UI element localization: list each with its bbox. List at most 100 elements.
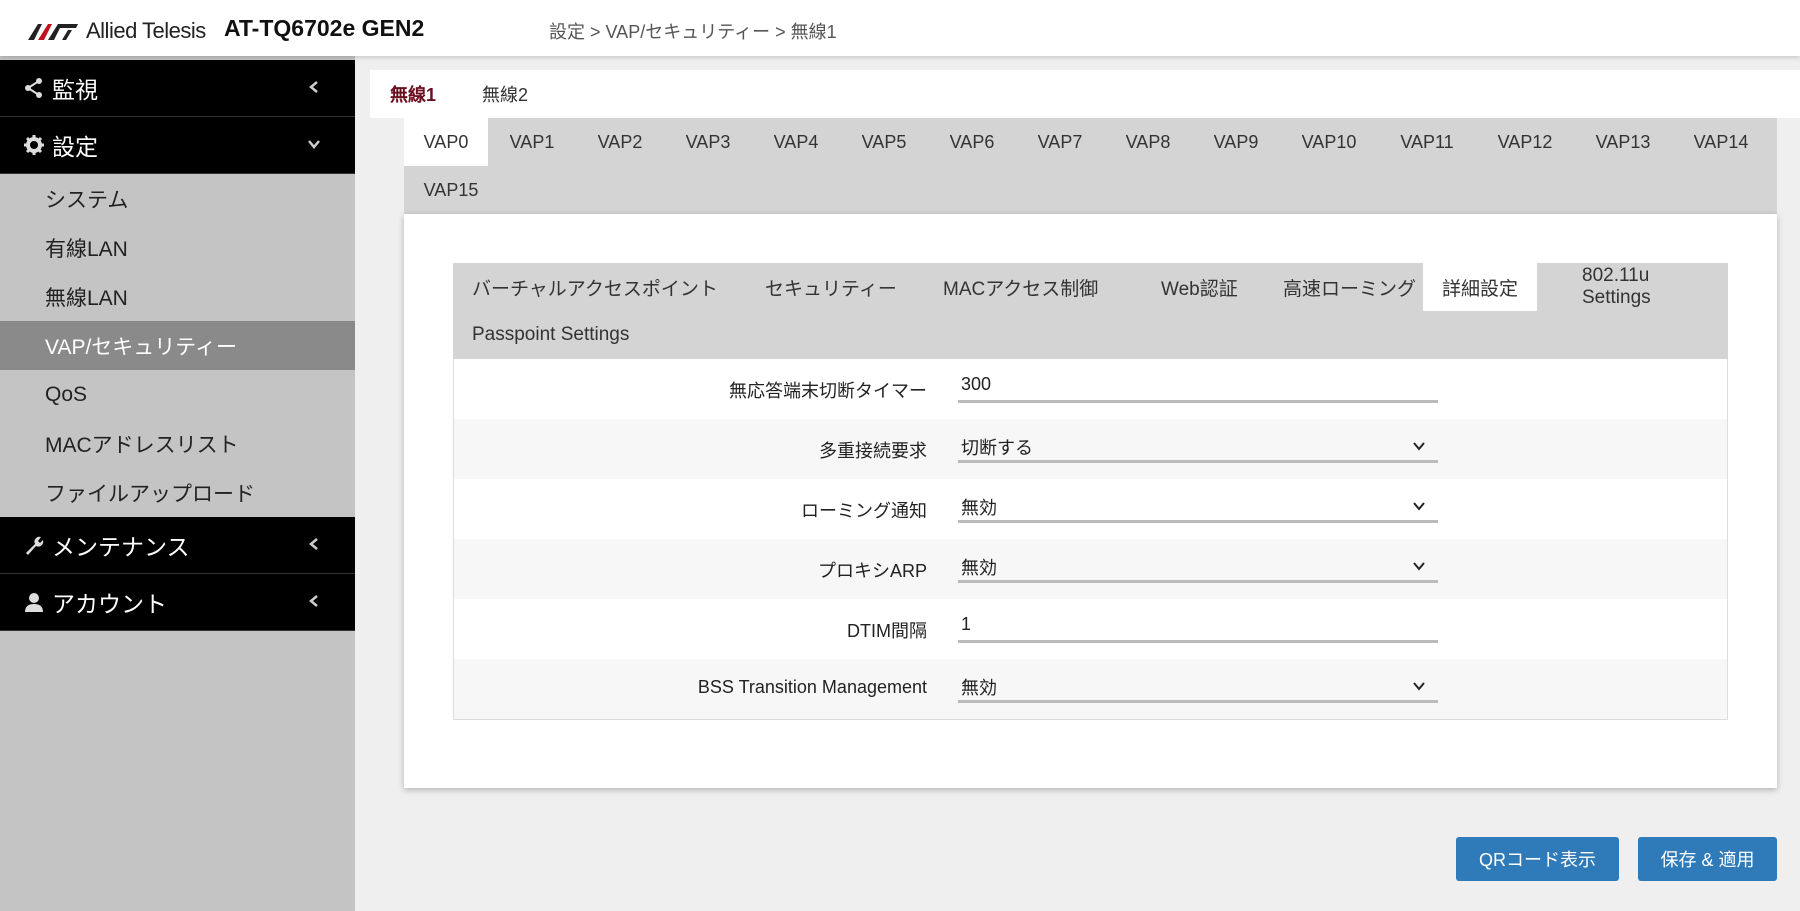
form-row-idle-timeout: 無応答端末切断タイマー 300 [454,359,1727,419]
sidebar-item-label: ファイルアップロード [45,482,255,506]
tab-vap11[interactable]: VAP11 [1378,118,1476,166]
sidebar-section-label: アカウント [52,591,167,617]
tab-label: MACアクセス制御 [943,278,1099,300]
tab-vap15[interactable]: VAP15 [404,166,498,214]
form-row-dtim-interval: DTIM間隔 1 [454,599,1727,659]
dtim-interval-input[interactable]: 1 [958,607,1438,643]
field-value: 300 [961,374,992,394]
sidebar-item-vap-security[interactable]: VAP/セキュリティー [0,321,355,370]
idle-timeout-input[interactable]: 300 [958,367,1438,403]
tab-label: 無線2 [482,85,529,105]
tab-vap9[interactable]: VAP9 [1192,118,1280,166]
tab-label: バーチャルアクセスポイント [472,278,718,300]
tab-label: VAP9 [1213,131,1259,152]
tab-vap12[interactable]: VAP12 [1476,118,1574,166]
tab-label: 無線1 [390,85,437,105]
tab-label: VAP13 [1595,131,1651,152]
tab-label: 高速ローミング [1283,278,1417,300]
tab-advanced-settings[interactable]: 詳細設定 [1423,263,1538,311]
sidebar-section-label: 監視 [52,77,98,103]
tab-label: VAP4 [773,131,819,152]
field-label: BSS Transition Management [697,677,927,697]
tab-vap13[interactable]: VAP13 [1574,118,1672,166]
field-label: DTIM間隔 [847,621,927,641]
tab-label: VAP12 [1497,131,1553,152]
tab-vap10[interactable]: VAP10 [1280,118,1378,166]
field-value: 無効 [961,498,997,518]
tab-mac-access-control[interactable]: MACアクセス制御 [924,263,1117,311]
tab-label: VAP5 [861,131,907,152]
tab-web-auth[interactable]: Web認証 [1142,263,1257,311]
settings-submenu: システム 有線LAN 無線LAN VAP/セキュリティー QoS MACアドレス… [0,174,355,517]
sidebar-section-maintenance[interactable]: メンテナンス [0,517,355,574]
field-label: プロキシARP [817,561,927,581]
sidebar-section-settings[interactable]: 設定 [0,117,355,174]
tab-label: VAP14 [1693,131,1749,152]
tab-label: VAP6 [949,131,995,152]
tab-radio2[interactable]: 無線2 [462,70,548,118]
tab-vap14[interactable]: VAP14 [1672,118,1770,166]
proxy-arp-select[interactable]: 無効 [958,547,1438,583]
tab-vap1[interactable]: VAP1 [488,118,576,166]
tab-security[interactable]: セキュリティー [746,263,916,311]
tab-vap6[interactable]: VAP6 [928,118,1016,166]
form-row-roaming-notification: ローミング通知 無効 [454,479,1727,539]
product-name: AT-TQ6702e GEN2 [224,15,425,41]
sidebar-item-file-upload[interactable]: ファイルアップロード [0,468,355,517]
sidebar-item-qos[interactable]: QoS [0,370,355,419]
sidebar-item-wired-lan[interactable]: 有線LAN [0,223,355,272]
tab-vap0[interactable]: VAP0 [404,118,488,166]
logo-text: Allied Telesis [86,18,206,43]
sidebar-item-label: VAP/セキュリティー [45,335,238,359]
sidebar: 監視 設定 システム 有線LAN 無線LAN VAP/セキュリティー QoS M… [0,56,355,911]
tab-vap3[interactable]: VAP3 [664,118,752,166]
tab-label: Passpoint Settings [472,324,630,345]
tab-label: VAP7 [1037,131,1083,152]
tab-label: VAP3 [685,131,731,152]
tab-passpoint-settings[interactable]: Passpoint Settings [453,311,648,359]
tab-virtual-access-point[interactable]: バーチャルアクセスポイント [453,263,737,311]
advanced-settings-form: 無応答端末切断タイマー 300 多重接続要求 切断する ローミング通知 無効 プ… [453,359,1728,720]
tab-label: Web認証 [1161,278,1238,300]
field-value: 無効 [961,558,997,578]
settings-subtab-bar: バーチャルアクセスポイント セキュリティー MACアクセス制御 Web認証 高速… [453,263,1728,359]
tab-label: VAP10 [1301,131,1357,152]
multiple-connection-select[interactable]: 切断する [958,427,1438,463]
tab-80211u-settings[interactable]: 802.11u Settings [1563,263,1728,311]
form-row-bss-transition: BSS Transition Management 無効 [454,659,1727,719]
chevron-down-icon [1413,562,1425,571]
breadcrumb: 設定 > VAP/セキュリティー > 無線1 [549,22,837,42]
qr-code-button[interactable]: QRコード表示 [1456,837,1619,881]
bss-transition-select[interactable]: 無効 [958,667,1438,703]
tab-vap4[interactable]: VAP4 [752,118,840,166]
save-apply-button[interactable]: 保存 & 適用 [1638,837,1777,881]
tab-vap8[interactable]: VAP8 [1104,118,1192,166]
vap-tab-bar: VAP0 VAP1 VAP2 VAP3 VAP4 VAP5 VAP6 VAP7 … [404,118,1777,214]
radio-tabs: 無線1 無線2 [370,70,1800,118]
tab-vap2[interactable]: VAP2 [576,118,664,166]
chevron-left-icon [309,595,318,607]
field-label: 無応答端末切断タイマー [729,381,927,401]
tab-vap5[interactable]: VAP5 [840,118,928,166]
sidebar-section-account[interactable]: アカウント [0,574,355,631]
tab-radio1[interactable]: 無線1 [370,70,457,118]
wrench-icon [20,531,48,559]
share-icon [20,74,48,102]
tab-label: VAP2 [597,131,643,152]
sidebar-section-monitor[interactable]: 監視 [0,60,355,117]
tab-label: VAP0 [423,131,469,152]
sidebar-item-label: MACアドレスリスト [45,433,239,457]
chevron-left-icon [309,81,318,93]
sidebar-item-label: 有線LAN [45,237,128,261]
sidebar-item-system[interactable]: システム [0,174,355,223]
tab-vap7[interactable]: VAP7 [1016,118,1104,166]
chevron-down-icon [1413,502,1425,511]
sidebar-item-wireless-lan[interactable]: 無線LAN [0,272,355,321]
field-value: 1 [961,614,972,634]
tab-fast-roaming[interactable]: 高速ローミング [1264,263,1435,311]
brand-logo: Allied Telesis [28,18,206,44]
roaming-notification-select[interactable]: 無効 [958,487,1438,523]
sidebar-item-mac-address-list[interactable]: MACアドレスリスト [0,419,355,468]
tab-label: VAP1 [509,131,555,152]
tab-label: セキュリティー [765,278,897,300]
